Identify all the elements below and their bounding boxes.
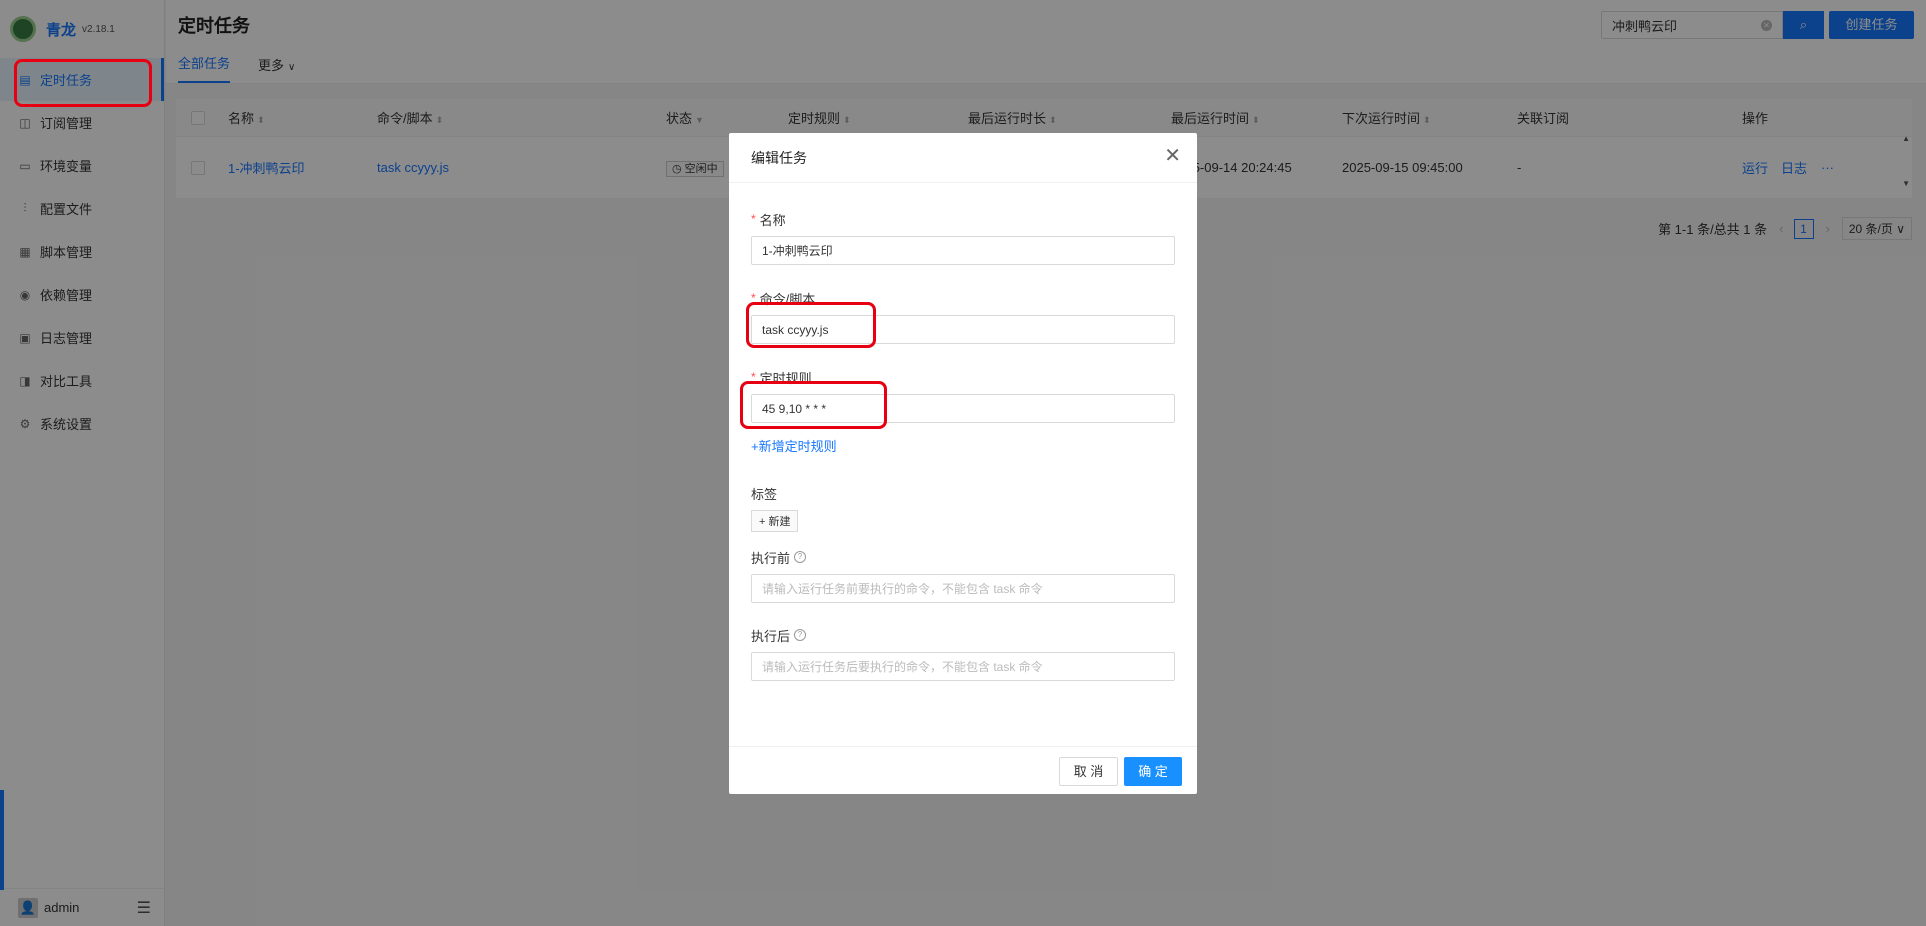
help-icon[interactable]: ? xyxy=(794,551,807,563)
highlight-box-command xyxy=(746,302,876,348)
help-icon[interactable]: ? xyxy=(794,629,807,641)
edit-task-modal: 编辑任务 ✕ * 名称 1-冲刺鸭云印 * 命令/脚本 task ccyyy.js … xyxy=(729,133,1197,794)
field-add-rule: +新增定时规则 xyxy=(751,436,1175,482)
highlight-box-sidebar xyxy=(14,59,152,107)
before-input[interactable]: 请输入运行任务前要执行的命令，不能包含 task 命令 xyxy=(751,574,1175,603)
after-label: 执行后? xyxy=(751,624,1175,646)
add-schedule-rule-link[interactable]: +新增定时规则 xyxy=(751,439,837,454)
name-input[interactable]: 1-冲刺鸭云印 xyxy=(751,236,1175,265)
field-after: 执行后? 请输入运行任务后要执行的命令，不能包含 task 命令 xyxy=(751,624,1175,681)
modal-footer: 取 消 确 定 xyxy=(729,746,1197,794)
highlight-box-schedule xyxy=(740,381,887,429)
modal-header: 编辑任务 ✕ xyxy=(729,133,1197,183)
field-before: 执行前? 请输入运行任务前要执行的命令，不能包含 task 命令 xyxy=(751,546,1175,624)
before-label: 执行前? xyxy=(751,546,1175,568)
confirm-button[interactable]: 确 定 xyxy=(1124,757,1182,786)
new-tag-button[interactable]: + 新建 xyxy=(751,510,799,532)
field-name: * 名称 1-冲刺鸭云印 xyxy=(751,208,1175,287)
after-input[interactable]: 请输入运行任务后要执行的命令，不能包含 task 命令 xyxy=(751,652,1175,681)
task-form: * 名称 1-冲刺鸭云印 * 命令/脚本 task ccyyy.js * 定时规则 4… xyxy=(729,183,1197,681)
cancel-button[interactable]: 取 消 xyxy=(1059,757,1118,786)
tags-label: 标签 xyxy=(751,486,778,502)
field-tags: 标签 + 新建 xyxy=(751,482,1175,546)
modal-title: 编辑任务 xyxy=(751,149,807,166)
close-icon[interactable]: ✕ xyxy=(1164,146,1181,166)
name-label: * 名称 xyxy=(751,212,786,228)
